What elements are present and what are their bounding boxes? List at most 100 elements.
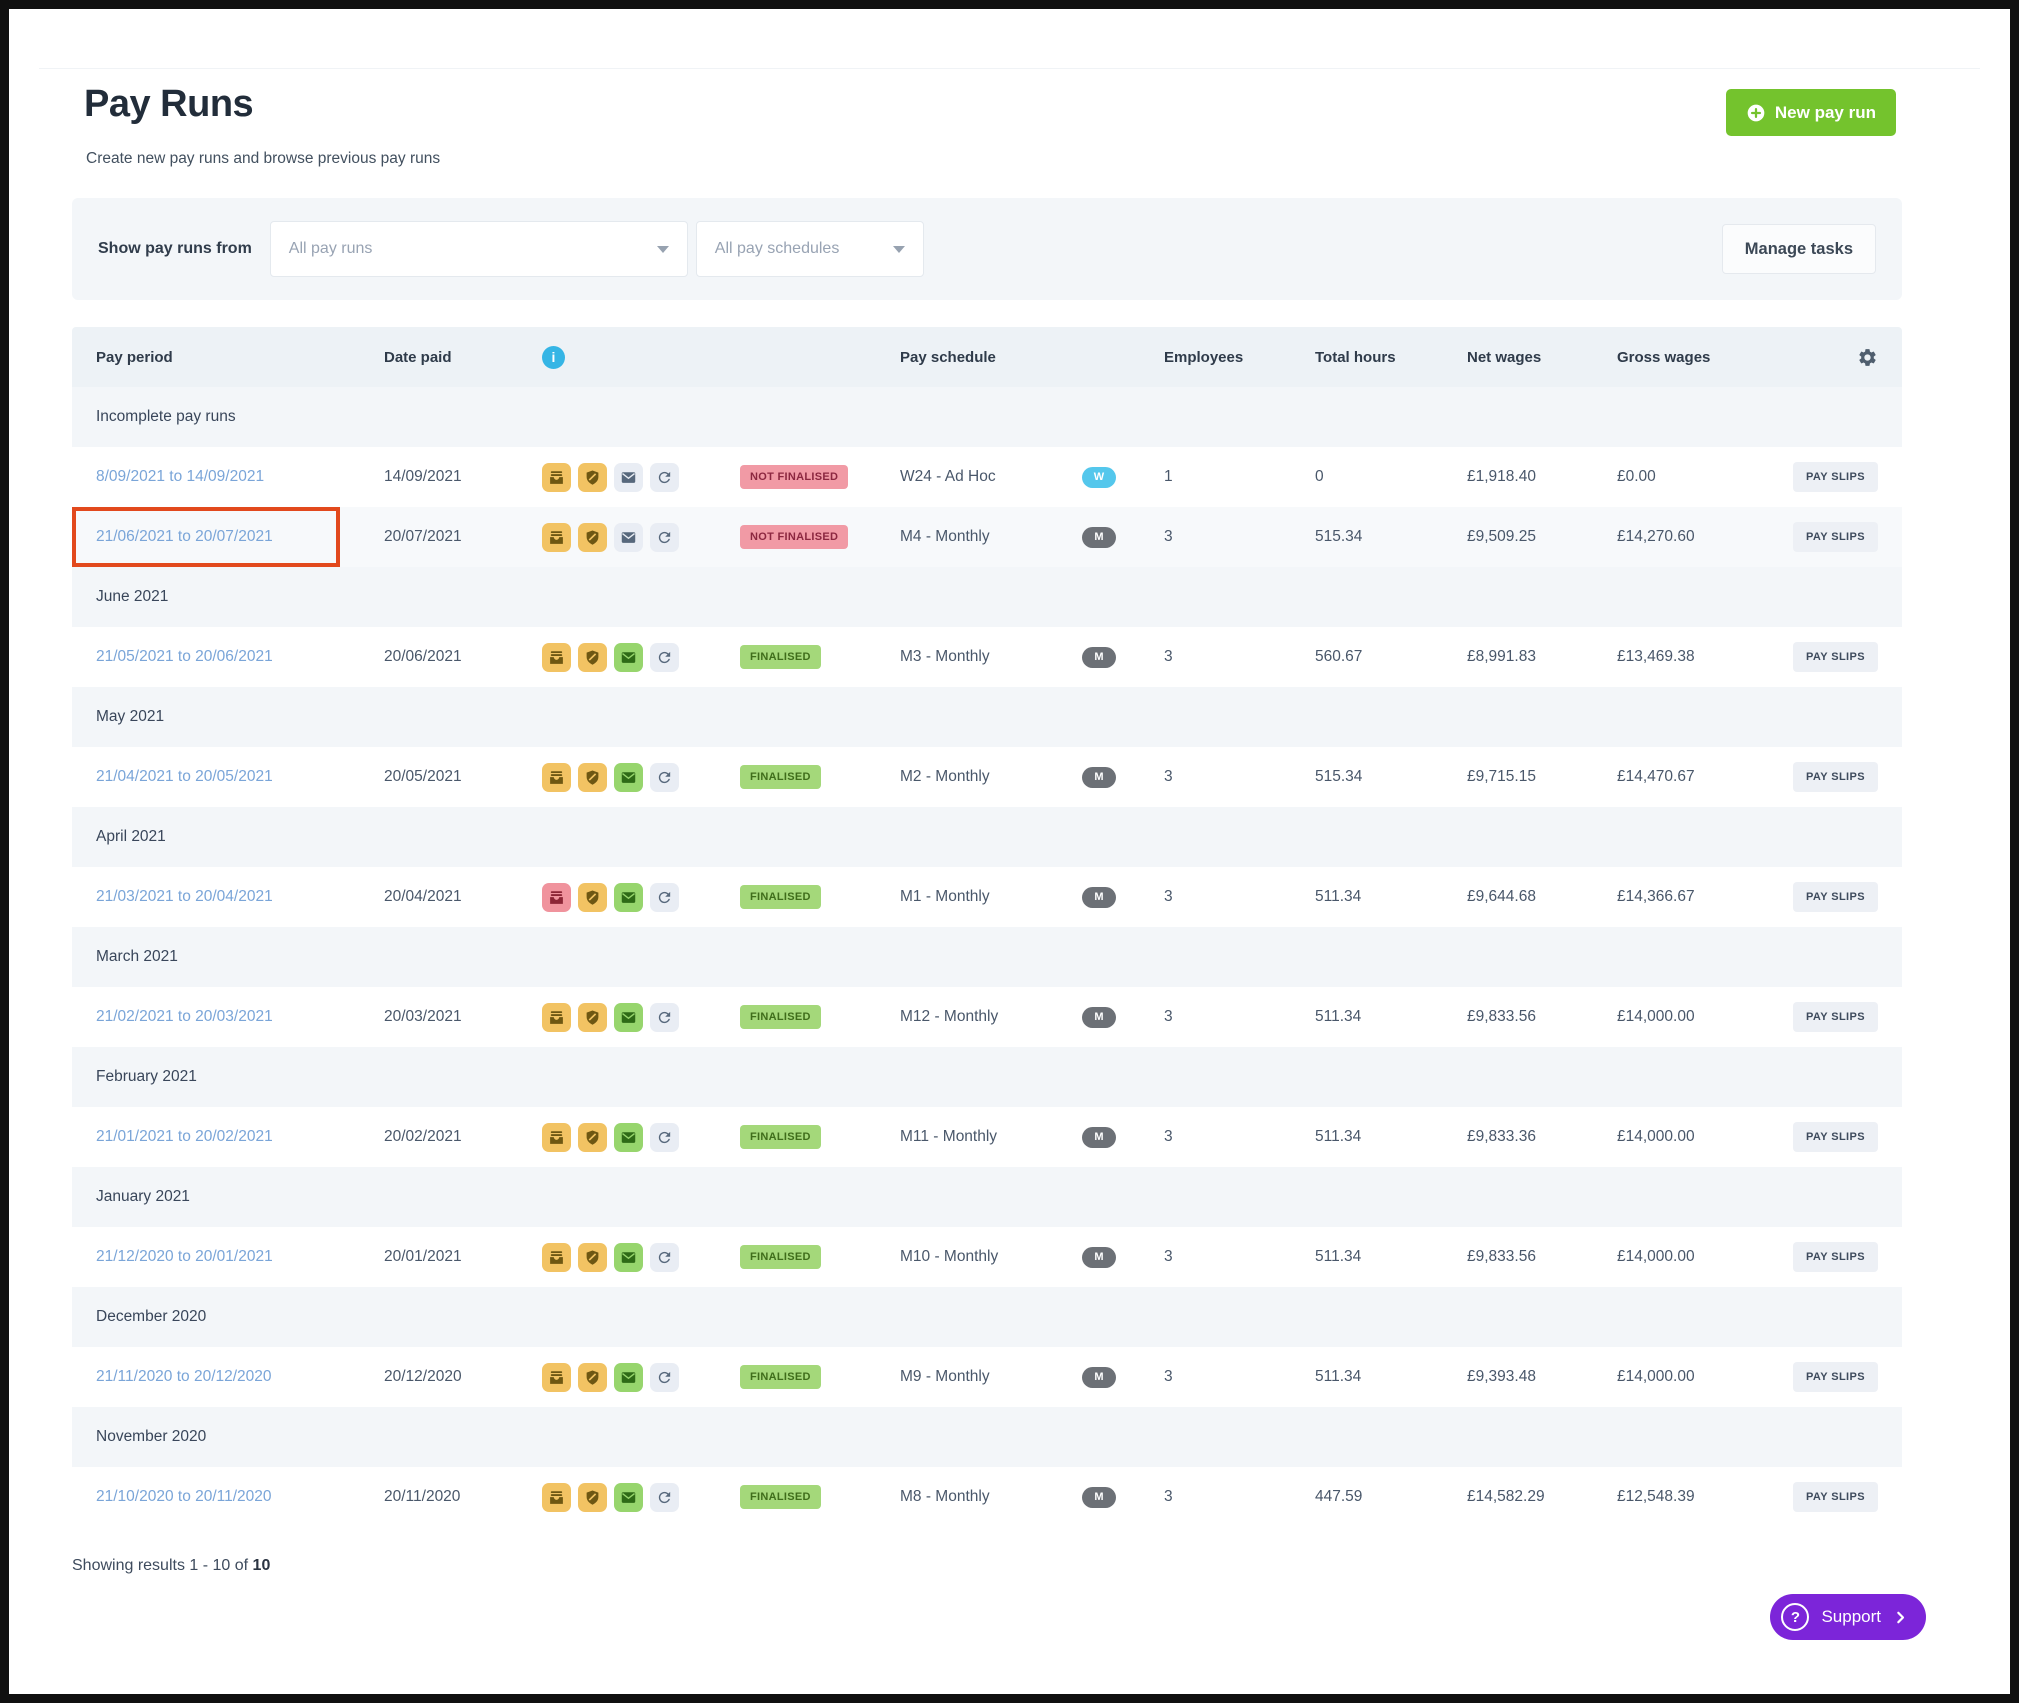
pay-period-link[interactable]: 21/06/2021 to 20/07/2021 — [96, 528, 273, 545]
section-label: February 2021 — [96, 1068, 1878, 1086]
sync-icon[interactable] — [650, 643, 679, 672]
pay-period-link[interactable]: 21/10/2020 to 20/11/2020 — [96, 1488, 272, 1505]
pension-icon[interactable] — [578, 1363, 607, 1392]
net-wages: £8,991.83 — [1467, 648, 1617, 666]
payments-icon[interactable] — [542, 883, 571, 912]
pension-icon[interactable] — [578, 1003, 607, 1032]
pay-slips-button[interactable]: PAY SLIPS — [1793, 462, 1878, 492]
caret-down-icon — [893, 246, 905, 253]
pay-runs-dropdown[interactable]: All pay runs — [270, 221, 688, 277]
sync-icon[interactable] — [650, 1363, 679, 1392]
pay-slips-button[interactable]: PAY SLIPS — [1793, 1482, 1878, 1512]
pension-icon[interactable] — [578, 463, 607, 492]
date-paid: 20/12/2020 — [384, 1368, 542, 1386]
pay-slips-button[interactable]: PAY SLIPS — [1793, 882, 1878, 912]
email-icon[interactable] — [614, 523, 643, 552]
gross-wages: £14,470.67 — [1617, 768, 1793, 786]
chevron-right-icon — [1893, 1610, 1908, 1625]
pay-period-link[interactable]: 8/09/2021 to 14/09/2021 — [96, 468, 264, 485]
pay-slips-button[interactable]: PAY SLIPS — [1793, 1362, 1878, 1392]
email-icon[interactable] — [614, 1363, 643, 1392]
sync-icon[interactable] — [650, 883, 679, 912]
pension-icon[interactable] — [578, 763, 607, 792]
pay-period-link[interactable]: 21/03/2021 to 20/04/2021 — [96, 888, 273, 905]
email-icon[interactable] — [614, 1003, 643, 1032]
gross-wages: £14,000.00 — [1617, 1008, 1793, 1026]
info-icon[interactable]: i — [542, 346, 565, 369]
payments-icon[interactable] — [542, 1003, 571, 1032]
status-badge: NOT FINALISED — [740, 525, 848, 549]
section-header-row: June 2021 — [72, 567, 1902, 627]
payments-icon[interactable] — [542, 643, 571, 672]
pay-schedule: M9 - Monthly — [900, 1368, 1082, 1386]
pay-slips-button[interactable]: PAY SLIPS — [1793, 522, 1878, 552]
sync-icon[interactable] — [650, 763, 679, 792]
pension-icon[interactable] — [578, 1243, 607, 1272]
schedule-frequency-badge: M — [1082, 647, 1116, 668]
email-icon[interactable] — [614, 1243, 643, 1272]
pension-icon[interactable] — [578, 523, 607, 552]
email-icon[interactable] — [614, 1123, 643, 1152]
payments-icon[interactable] — [542, 1483, 571, 1512]
net-wages: £9,833.36 — [1467, 1128, 1617, 1146]
pay-slips-button[interactable]: PAY SLIPS — [1793, 762, 1878, 792]
pay-period-link[interactable]: 21/02/2021 to 20/03/2021 — [96, 1008, 273, 1025]
payments-icon[interactable] — [542, 1363, 571, 1392]
manage-tasks-button[interactable]: Manage tasks — [1722, 224, 1876, 274]
email-icon[interactable] — [614, 1483, 643, 1512]
pay-schedules-dropdown[interactable]: All pay schedules — [696, 221, 924, 277]
pay-slips-button[interactable]: PAY SLIPS — [1793, 1242, 1878, 1272]
pension-icon[interactable] — [578, 883, 607, 912]
pay-period-link[interactable]: 21/01/2021 to 20/02/2021 — [96, 1128, 273, 1145]
email-icon[interactable] — [614, 763, 643, 792]
results-summary: Showing results 1 - 10 of 10 — [72, 1557, 1902, 1575]
section-label: December 2020 — [96, 1308, 1878, 1326]
date-paid: 20/03/2021 — [384, 1008, 542, 1026]
sync-icon[interactable] — [650, 1003, 679, 1032]
email-icon[interactable] — [614, 883, 643, 912]
sync-icon[interactable] — [650, 1243, 679, 1272]
total-hours: 511.34 — [1315, 1128, 1467, 1146]
status-badge: FINALISED — [740, 765, 821, 789]
pay-period-link[interactable]: 21/11/2020 to 20/12/2020 — [96, 1368, 272, 1385]
pay-period-link[interactable]: 21/12/2020 to 20/01/2021 — [96, 1248, 273, 1265]
payments-icon[interactable] — [542, 763, 571, 792]
pay-slips-button[interactable]: PAY SLIPS — [1793, 642, 1878, 672]
sync-icon[interactable] — [650, 523, 679, 552]
payments-icon[interactable] — [542, 1243, 571, 1272]
schedule-frequency-badge: M — [1082, 1367, 1116, 1388]
date-paid: 20/06/2021 — [384, 648, 542, 666]
date-paid: 20/04/2021 — [384, 888, 542, 906]
email-icon[interactable] — [614, 463, 643, 492]
pay-period-link[interactable]: 21/05/2021 to 20/06/2021 — [96, 648, 273, 665]
pay-period-link[interactable]: 21/04/2021 to 20/05/2021 — [96, 768, 273, 785]
sync-icon[interactable] — [650, 463, 679, 492]
status-icons — [542, 883, 740, 912]
gear-icon[interactable] — [1857, 347, 1878, 368]
page-title: Pay Runs — [84, 83, 440, 126]
sync-icon[interactable] — [650, 1483, 679, 1512]
section-label: November 2020 — [96, 1428, 1878, 1446]
pay-runs-table: Pay period Date paid i Pay schedule Empl… — [72, 327, 1902, 1527]
pay-slips-button[interactable]: PAY SLIPS — [1793, 1002, 1878, 1032]
schedule-frequency-badge: M — [1082, 1487, 1116, 1508]
new-pay-run-button[interactable]: New pay run — [1726, 89, 1896, 136]
net-wages: £9,833.56 — [1467, 1248, 1617, 1266]
pension-icon[interactable] — [578, 1483, 607, 1512]
payments-icon[interactable] — [542, 1123, 571, 1152]
sync-icon[interactable] — [650, 1123, 679, 1152]
section-header-row: April 2021 — [72, 807, 1902, 867]
payments-icon[interactable] — [542, 523, 571, 552]
payments-icon[interactable] — [542, 463, 571, 492]
gross-wages: £0.00 — [1617, 468, 1793, 486]
status-badge: FINALISED — [740, 885, 821, 909]
status-badge: FINALISED — [740, 1005, 821, 1029]
support-button[interactable]: ? Support — [1770, 1594, 1926, 1640]
filter-label: Show pay runs from — [98, 240, 252, 258]
pension-icon[interactable] — [578, 643, 607, 672]
email-icon[interactable] — [614, 643, 643, 672]
pension-icon[interactable] — [578, 1123, 607, 1152]
pay-schedules-dropdown-value: All pay schedules — [715, 240, 840, 258]
pay-slips-button[interactable]: PAY SLIPS — [1793, 1122, 1878, 1152]
pay-schedule: M12 - Monthly — [900, 1008, 1082, 1026]
